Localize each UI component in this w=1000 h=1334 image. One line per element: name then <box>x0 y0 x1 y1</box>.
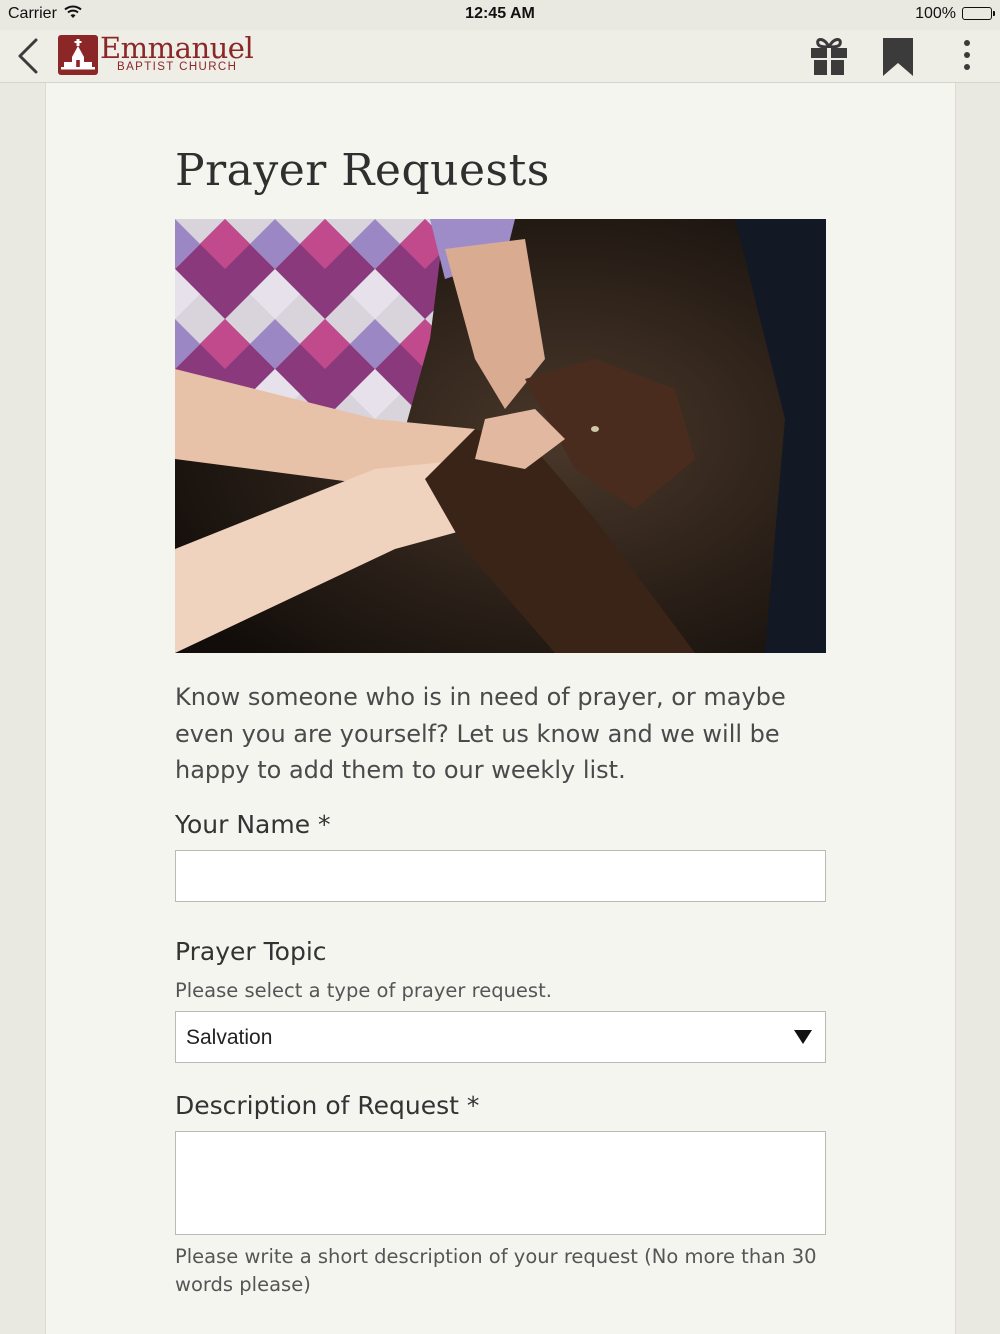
description-label: Description of Request * <box>175 1091 480 1120</box>
prayer-topic-select[interactable]: Salvation <box>175 1011 826 1063</box>
bookmark-button[interactable] <box>880 36 916 78</box>
prayer-topic-help: Please select a type of prayer request. <box>175 979 552 1002</box>
prayer-topic-label: Prayer Topic <box>175 937 327 966</box>
status-time: 12:45 AM <box>465 5 535 22</box>
church-logo[interactable]: Emmanuel BAPTIST CHURCH <box>58 31 258 77</box>
intro-text: Know someone who is in need of prayer, o… <box>175 683 786 784</box>
bookmark-icon <box>883 38 913 76</box>
more-options-button[interactable] <box>955 38 979 74</box>
back-chevron-icon <box>18 38 38 74</box>
description-textarea[interactable] <box>175 1131 826 1235</box>
page-title: Prayer Requests <box>175 145 550 196</box>
logo-title: Emmanuel <box>100 31 254 65</box>
back-button[interactable] <box>14 36 46 76</box>
logo-subtitle: BAPTIST CHURCH <box>117 61 238 73</box>
battery-percentage: 100% <box>915 5 956 22</box>
give-button[interactable] <box>808 35 850 77</box>
name-input[interactable] <box>175 850 826 902</box>
main-content: Prayer Requests Know someone who is in n… <box>45 83 956 1334</box>
battery-icon <box>962 7 995 20</box>
name-label: Your Name * <box>175 810 331 839</box>
gift-icon <box>811 38 847 75</box>
status-bar: Carrier 12:45 AM 100% <box>0 0 1000 30</box>
nav-bar: Emmanuel BAPTIST CHURCH <box>0 30 1000 83</box>
more-vertical-icon <box>964 40 970 70</box>
praying-hands-photo <box>175 219 826 653</box>
dropdown-arrow-icon <box>794 1030 812 1044</box>
church-logo-icon <box>58 35 98 75</box>
description-help: Please write a short description of your… <box>175 1245 817 1296</box>
prayer-topic-selected: Salvation <box>186 1026 273 1049</box>
